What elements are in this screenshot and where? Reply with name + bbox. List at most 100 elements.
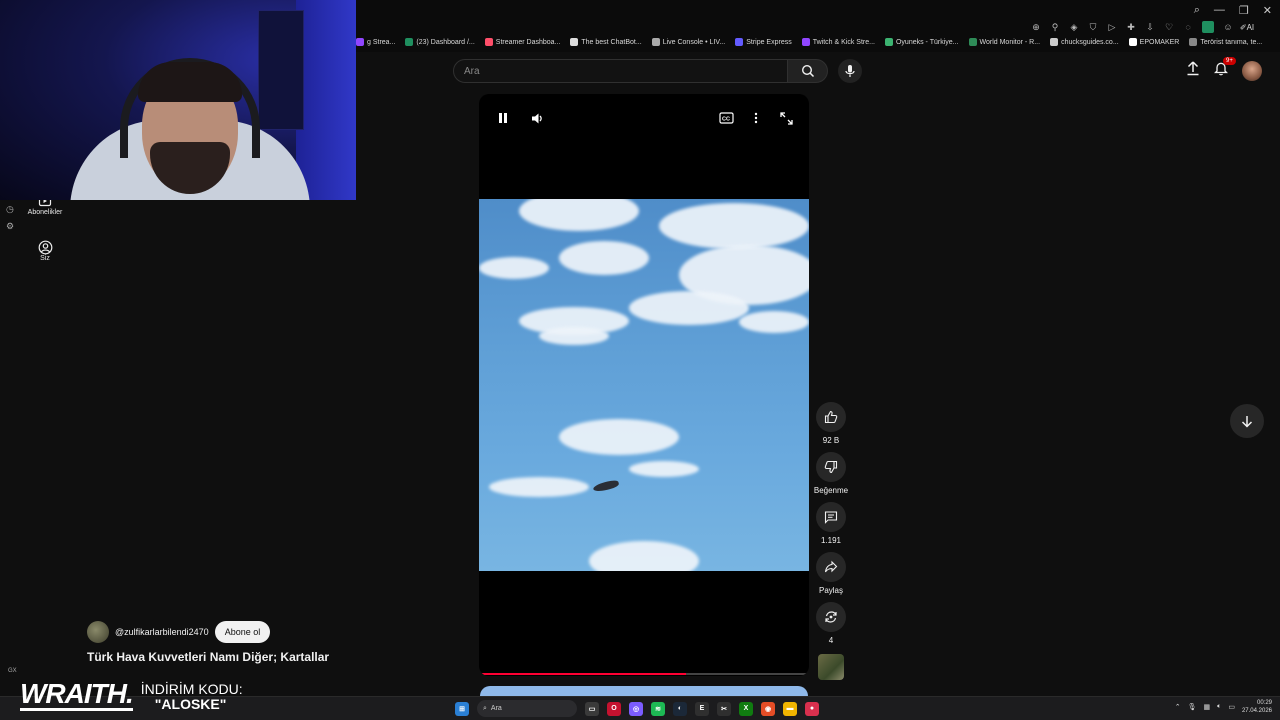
voice-search-button[interactable] (838, 59, 862, 83)
obs-icon[interactable]: ● (805, 701, 819, 716)
profile-extension-icon[interactable] (1202, 21, 1214, 33)
minimize-icon[interactable]: — (1214, 4, 1225, 17)
settings-icon[interactable]: ⚙ (6, 221, 14, 232)
comments-button[interactable] (816, 502, 846, 532)
zoom-icon[interactable]: ⊕ (1031, 22, 1041, 32)
share-button[interactable] (816, 552, 846, 582)
search-icon[interactable]: ⌕ (1194, 4, 1200, 17)
bookmark-item[interactable]: Twitch & Kick Stre... (801, 38, 875, 46)
channel-name[interactable]: @zulfikarlarbilendi2470 (115, 627, 209, 637)
download-icon[interactable]: ⇩ (1145, 22, 1155, 32)
rail-item-you[interactable]: Siz (22, 239, 68, 262)
pin-icon[interactable]: ⚲ (1050, 22, 1060, 32)
chrome-icon[interactable]: ◉ (761, 701, 775, 716)
dislike-button[interactable] (816, 452, 846, 482)
taskbar-apps: ⊞ ⌕ Ara ▭ O ◎ ≋ ◐ E ✂ X ◉ ▬ ● (455, 700, 819, 717)
heart-icon[interactable]: ♡ (1164, 22, 1174, 32)
bookmark-label: World Monitor - R... (979, 38, 1041, 46)
thumbs-down-icon (824, 460, 838, 474)
video-frame (479, 199, 809, 571)
fullscreen-button[interactable] (778, 110, 794, 126)
channel-avatar[interactable] (87, 621, 109, 643)
notifications-button[interactable]: 9+ (1213, 57, 1236, 81)
file-explorer-icon[interactable]: ▬ (783, 701, 797, 716)
xbox-icon[interactable]: X (739, 701, 753, 716)
epic-games-icon[interactable]: E (695, 701, 709, 716)
taskbar-search[interactable]: ⌕ Ara (477, 700, 577, 717)
bookmark-item[interactable]: Oyuneks - Türkiye... (884, 38, 959, 46)
ai-assistant-icon[interactable]: ✐AI (1240, 22, 1254, 32)
remix-icon (825, 611, 837, 623)
bookmark-favicon-icon (1189, 38, 1198, 46)
bookmark-label: chucksguides.co... (1061, 38, 1119, 46)
sound-thumbnail[interactable] (818, 654, 844, 680)
video-title[interactable]: Türk Hava Kuvvetleri Namı Diğer; Kartall… (87, 650, 329, 664)
translate-icon[interactable]: ◈ (1069, 22, 1079, 32)
pause-button[interactable] (495, 110, 511, 126)
network-icon[interactable]: ▦ (1204, 703, 1211, 711)
bookmark-item[interactable]: Live Console • LIV... (651, 38, 725, 46)
spotify-icon[interactable]: ≋ (651, 701, 665, 716)
person-icon[interactable]: ☺ (1223, 22, 1233, 32)
promo-line-2: "ALOSKE" (154, 696, 227, 712)
bookmark-item[interactable]: Terörist tanıma, te... (1189, 38, 1262, 46)
subscribe-button[interactable]: Abone ol (214, 621, 271, 643)
bookmark-item[interactable]: g Strea... (356, 38, 395, 46)
bookmark-favicon-icon (884, 38, 893, 46)
background-door (258, 10, 304, 130)
messenger-icon[interactable]: ◎ (629, 701, 643, 716)
video-progress-bar[interactable] (481, 673, 807, 675)
cloud (739, 311, 809, 333)
bookmark-item[interactable]: Streamer Dashboa... (484, 38, 560, 46)
more-options-button[interactable] (748, 110, 764, 126)
dislike-action: Beğenme (814, 452, 848, 495)
upload-icon[interactable] (1186, 61, 1200, 81)
tray-chevron-icon[interactable]: ⌃ (1175, 703, 1181, 711)
rail-item-label: Abonelikler (27, 209, 63, 216)
bookmarks-bar: g Strea... (23) Dashboard /... Streamer Da… (356, 38, 1272, 46)
avatar[interactable] (1242, 61, 1262, 81)
puzzle-icon[interactable]: ✚ (1126, 22, 1136, 32)
clock-time: 00:29 (1256, 700, 1272, 706)
task-view-icon[interactable]: ▭ (585, 701, 599, 716)
rail-item-label: Siz (40, 255, 50, 262)
bookmark-item[interactable]: (23) Dashboard /... (405, 38, 475, 46)
webcam-overlay (0, 0, 356, 200)
chat-icon[interactable]: ◌ (1183, 22, 1193, 32)
shield-icon[interactable]: ⛉ (1088, 22, 1098, 32)
cloud (629, 291, 749, 325)
close-icon[interactable]: ✕ (1263, 4, 1272, 17)
capcut-icon[interactable]: ✂ (717, 701, 731, 716)
system-clock[interactable]: 00:29 27.04.2026 (1242, 699, 1272, 715)
bookmark-item[interactable]: EPOMAKER (1128, 38, 1179, 46)
like-button[interactable] (816, 402, 846, 432)
microphone-icon[interactable]: 🎙︎ (1188, 703, 1197, 711)
play-icon[interactable]: ▷ (1107, 22, 1117, 32)
history-icon[interactable]: ◷ (6, 204, 14, 215)
wall-light (296, 0, 356, 200)
volume-button[interactable] (529, 110, 545, 126)
next-video-button[interactable] (1230, 404, 1264, 438)
bookmark-item[interactable]: chucksguides.co... (1050, 38, 1119, 46)
pause-icon (499, 113, 507, 123)
bookmark-favicon-icon (484, 38, 493, 46)
speaker-icon[interactable]: 🔈︎ (1217, 703, 1221, 711)
bookmark-label: Stripe Express (746, 38, 792, 46)
steam-icon[interactable]: ◐ (673, 701, 687, 716)
battery-icon[interactable]: ▭ (1228, 703, 1235, 711)
bookmark-item[interactable]: Stripe Express (735, 38, 792, 46)
bookmark-item[interactable]: World Monitor - R... (968, 38, 1041, 46)
windows-start-icon[interactable]: ⊞ (455, 701, 469, 716)
bookmark-item[interactable]: The best ChatBot... (570, 38, 642, 46)
promo-code: İNDİRİM KODU: "ALOSKE" (141, 682, 243, 712)
restore-icon[interactable]: ❐ (1239, 4, 1249, 17)
window-controls: ⌕ — ❐ ✕ (1194, 4, 1272, 17)
shorts-player[interactable]: CC (479, 94, 809, 676)
captions-button[interactable]: CC (718, 110, 734, 126)
search-button[interactable] (787, 59, 828, 83)
remix-button[interactable] (816, 602, 846, 632)
microphone-icon (845, 65, 855, 77)
opera-gx-icon[interactable]: O (607, 701, 621, 716)
search-input[interactable]: Ara (453, 59, 789, 83)
gx-label: GX (8, 668, 17, 674)
